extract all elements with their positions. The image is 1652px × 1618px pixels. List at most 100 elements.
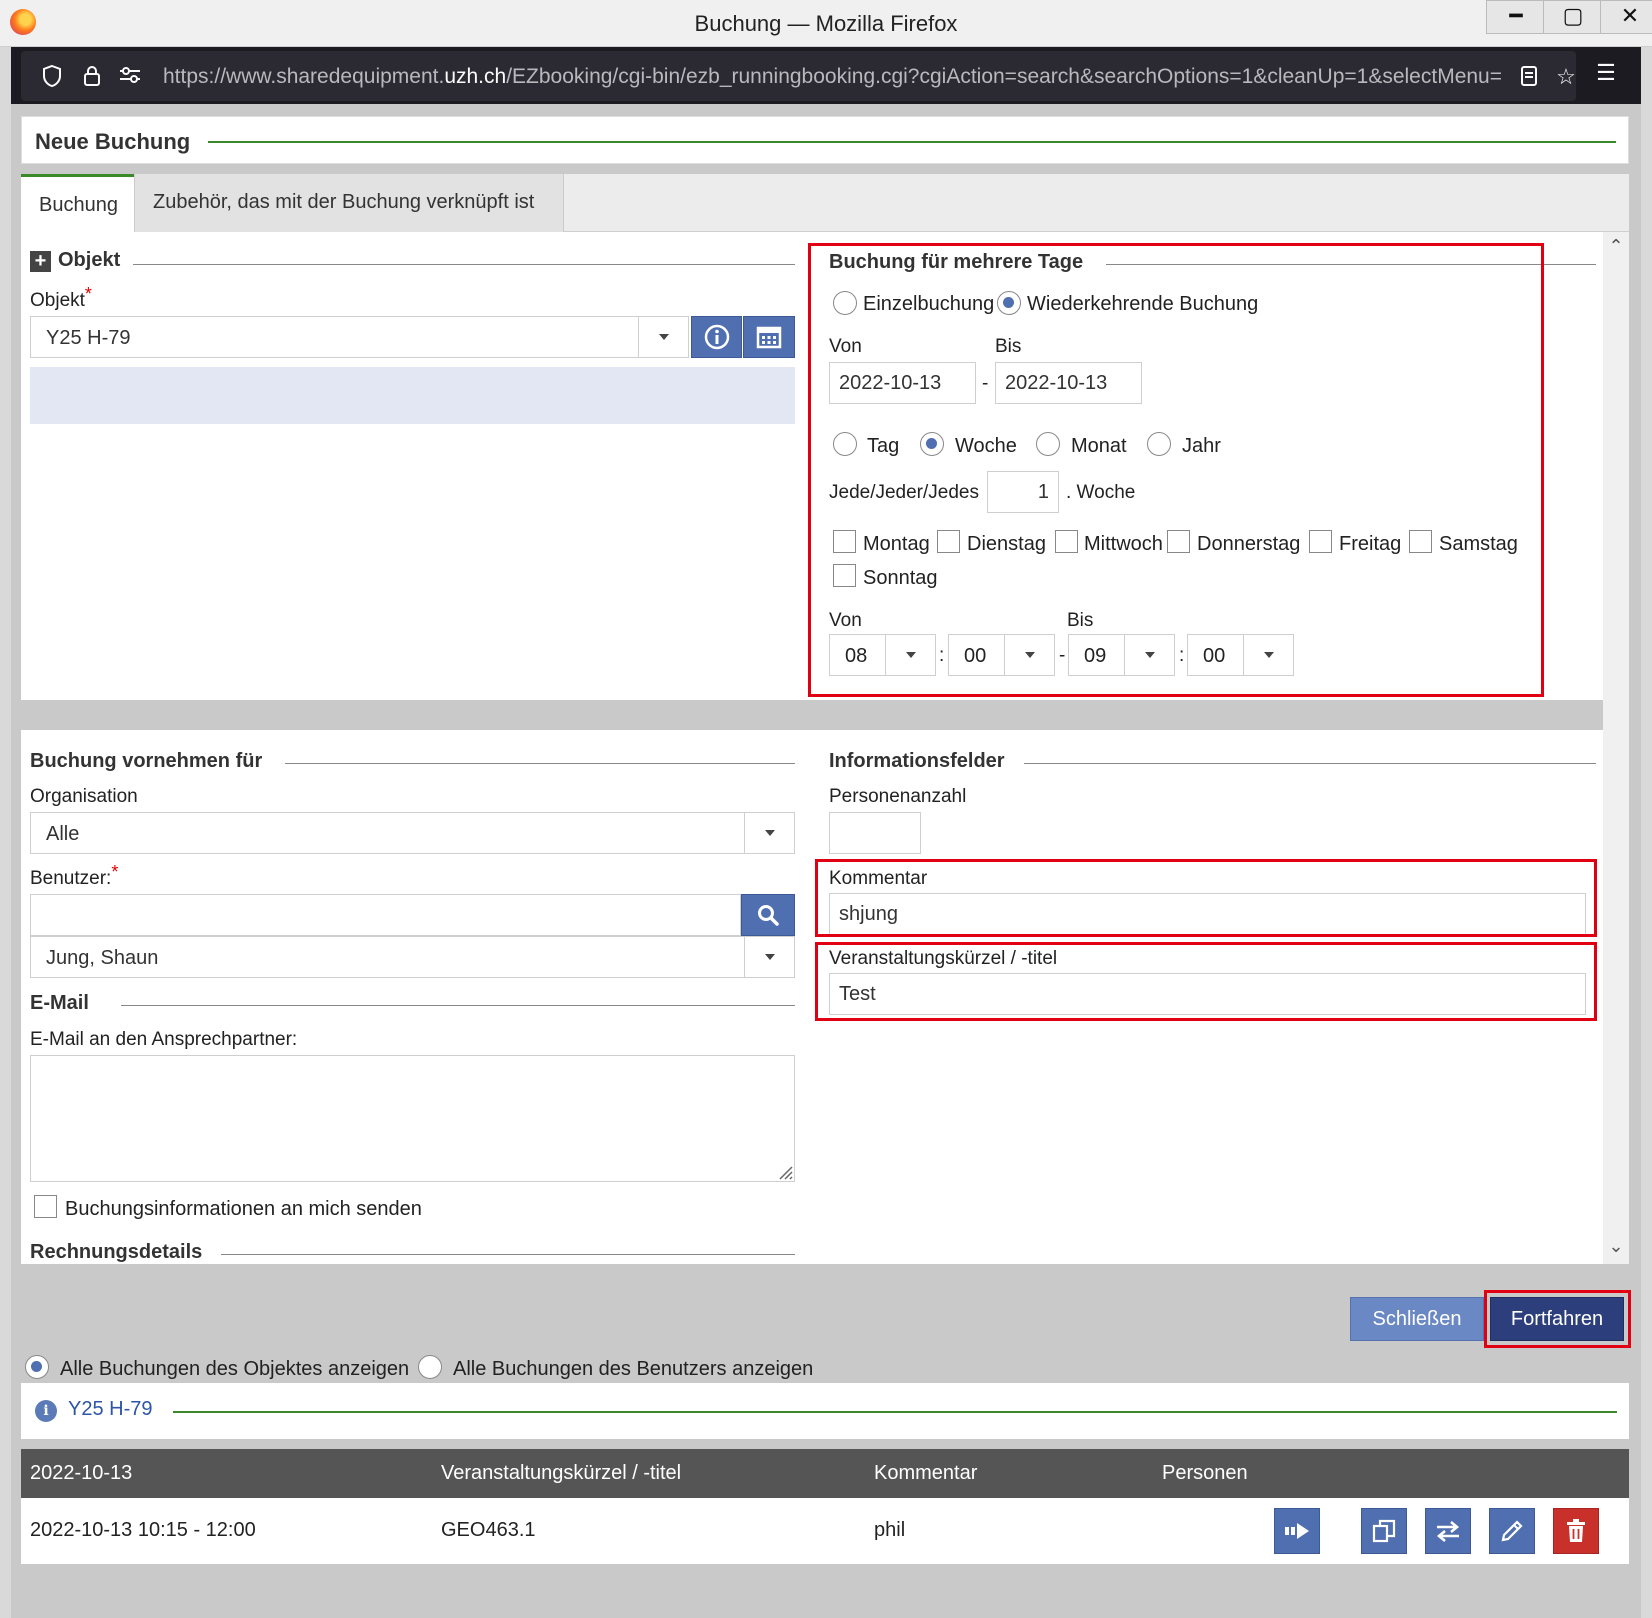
- chevron-down-icon[interactable]: [744, 937, 794, 977]
- user-search-button[interactable]: [741, 894, 795, 936]
- time-from-hour-select[interactable]: 08: [829, 634, 936, 676]
- close-window-button[interactable]: ✕: [1600, 0, 1652, 34]
- chevron-down-icon[interactable]: [638, 317, 688, 357]
- comment-label: Kommentar: [829, 868, 928, 889]
- day-montag-checkbox[interactable]: [833, 530, 856, 553]
- info-fields-legend: Informationsfelder: [829, 750, 1005, 772]
- show-object-bookings-radio[interactable]: [25, 1355, 49, 1379]
- info-icon[interactable]: i: [35, 1400, 57, 1422]
- time-dash: -: [1059, 645, 1066, 666]
- url-field[interactable]: https://www.sharedequipment.uzh.ch/EZboo…: [21, 51, 1576, 101]
- chevron-down-icon[interactable]: [1243, 635, 1294, 675]
- continue-button[interactable]: Fortfahren: [1490, 1297, 1624, 1341]
- time-to-minute-select[interactable]: 00: [1187, 634, 1294, 676]
- date-from-input[interactable]: 2022-10-13: [829, 362, 976, 404]
- shield-icon[interactable]: [39, 64, 65, 90]
- date-to-input[interactable]: 2022-10-13: [995, 362, 1142, 404]
- window-titlebar: Buchung — Mozilla Firefox ━ ▢ ✕: [0, 0, 1652, 47]
- header-divider: [208, 141, 1616, 143]
- day-mittwoch-checkbox[interactable]: [1055, 530, 1078, 553]
- chevron-down-icon[interactable]: [1124, 635, 1175, 675]
- event-title-label: Veranstaltungskürzel / -titel: [829, 948, 1058, 969]
- resize-handle-icon[interactable]: [777, 1164, 793, 1180]
- organisation-value: Alle: [46, 823, 80, 845]
- comment-input[interactable]: shjung: [829, 893, 1586, 935]
- email-textarea[interactable]: [30, 1055, 795, 1182]
- maximize-button[interactable]: ▢: [1543, 0, 1603, 34]
- date-to-label: Bis: [995, 336, 1022, 357]
- multi-day-legend-line: [1106, 264, 1596, 265]
- day-freitag-checkbox[interactable]: [1309, 530, 1332, 553]
- show-user-bookings-radio[interactable]: [418, 1355, 442, 1379]
- send-me-checkbox[interactable]: [34, 1195, 57, 1218]
- copy-booking-button[interactable]: [1361, 1508, 1407, 1554]
- lock-icon[interactable]: [79, 64, 105, 90]
- object-info-button[interactable]: [691, 316, 742, 358]
- show-user-bookings-label: Alle Buchungen des Benutzers anzeigen: [453, 1358, 814, 1380]
- period-jahr-label: Jahr: [1182, 435, 1221, 457]
- move-booking-button[interactable]: [1425, 1508, 1471, 1554]
- period-monat-label: Monat: [1071, 435, 1127, 457]
- day-donnerstag-checkbox[interactable]: [1167, 530, 1190, 553]
- user-select[interactable]: Jung, Shaun: [30, 936, 795, 978]
- chevron-down-icon[interactable]: [744, 813, 794, 853]
- url-text[interactable]: https://www.sharedequipment.uzh.ch/EZboo…: [163, 65, 1503, 89]
- email-legend-line: [121, 1005, 795, 1006]
- multi-day-legend: Buchung für mehrere Tage: [829, 251, 1084, 273]
- period-jahr-radio[interactable]: [1147, 432, 1171, 456]
- reader-view-icon[interactable]: [1516, 64, 1542, 90]
- scroll-up-icon[interactable]: ⌃: [1603, 236, 1629, 257]
- object-bar-title[interactable]: Y25 H-79: [68, 1398, 153, 1421]
- chevron-down-icon[interactable]: [885, 635, 936, 675]
- user-label: Benutzer:*: [30, 862, 119, 889]
- panel-scrollbar[interactable]: ⌃ ⌄: [1603, 232, 1629, 1264]
- go-to-booking-button[interactable]: [1274, 1508, 1320, 1554]
- period-tag-radio[interactable]: [833, 432, 857, 456]
- delete-booking-button[interactable]: [1553, 1508, 1599, 1554]
- permissions-icon[interactable]: [117, 64, 143, 90]
- every-interval-input[interactable]: 1: [987, 471, 1059, 513]
- col-comment: Kommentar: [874, 1462, 978, 1484]
- object-info-area: [30, 367, 795, 424]
- arrow-right-icon: [1285, 1523, 1309, 1539]
- expand-plus-icon[interactable]: +: [30, 251, 51, 272]
- event-title-input[interactable]: Test: [829, 973, 1586, 1015]
- single-booking-radio[interactable]: [833, 291, 857, 315]
- organisation-select[interactable]: Alle: [30, 812, 795, 854]
- col-title: Veranstaltungskürzel / -titel: [441, 1462, 682, 1484]
- copy-icon: [1372, 1519, 1396, 1543]
- time-from-minute-select[interactable]: 00: [948, 634, 1055, 676]
- chevron-down-icon[interactable]: [1004, 635, 1055, 675]
- day-samstag-checkbox[interactable]: [1409, 530, 1432, 553]
- scroll-down-icon[interactable]: ⌄: [1603, 1236, 1629, 1257]
- day-dienstag-label: Dienstag: [967, 533, 1046, 555]
- user-search-input[interactable]: [30, 894, 741, 936]
- minimize-button[interactable]: ━: [1486, 0, 1546, 34]
- persons-input[interactable]: [829, 812, 921, 854]
- period-woche-radio[interactable]: [920, 432, 944, 456]
- day-dienstag-checkbox[interactable]: [937, 530, 960, 553]
- objekt-select[interactable]: Y25 H-79: [30, 316, 689, 358]
- booking-for-legend-line: [285, 763, 795, 764]
- period-monat-radio[interactable]: [1036, 432, 1060, 456]
- every-label: Jede/Jeder/Jedes: [829, 482, 979, 503]
- objekt-legend: Objekt: [58, 249, 121, 271]
- url-bar: https://www.sharedequipment.uzh.ch/EZboo…: [11, 47, 1641, 104]
- tab-zubehoer[interactable]: Zubehör, das mit der Buchung verknüpft i…: [134, 174, 564, 232]
- bookmark-star-icon[interactable]: ☆: [1553, 64, 1579, 90]
- edit-booking-button[interactable]: [1489, 1508, 1535, 1554]
- tab-buchung[interactable]: Buchung: [21, 174, 134, 232]
- tab-bar: Buchung Zubehör, das mit der Buchung ver…: [21, 174, 1629, 232]
- date-dash: -: [982, 373, 989, 394]
- swap-arrows-icon: [1436, 1521, 1460, 1542]
- object-calendar-button[interactable]: [743, 316, 795, 358]
- page-title: Neue Buchung: [35, 129, 191, 154]
- time-to-hour-select[interactable]: 09: [1068, 634, 1175, 676]
- menu-icon[interactable]: ☰: [1593, 60, 1619, 86]
- day-sonntag-checkbox[interactable]: [833, 564, 856, 587]
- col-date: 2022-10-13: [30, 1462, 133, 1484]
- close-button[interactable]: Schließen: [1350, 1297, 1484, 1341]
- user-value: Jung, Shaun: [46, 947, 159, 969]
- date-from-label: Von: [829, 336, 862, 357]
- recurring-booking-radio[interactable]: [997, 291, 1021, 315]
